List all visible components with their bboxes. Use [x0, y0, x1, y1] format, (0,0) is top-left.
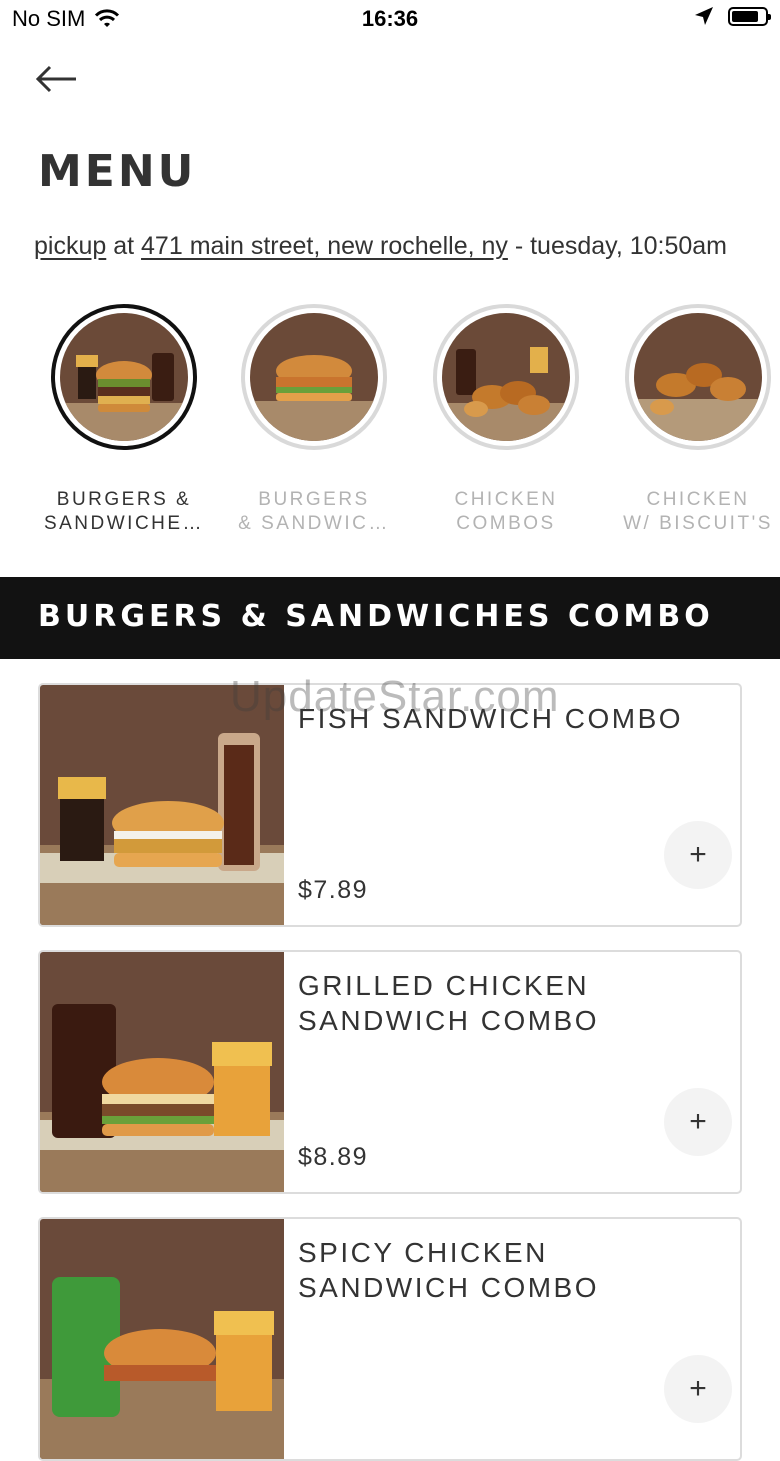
store-address-link[interactable]: 471 main street, new rochelle, ny — [141, 232, 508, 260]
category-label: BURGERS & SANDWICHE… — [43, 489, 205, 534]
category-chicken-biscuits[interactable]: CHICKEN W/ BISCUIT'S — [602, 300, 780, 536]
category-image-ring — [51, 304, 197, 450]
add-to-cart-button[interactable]: + — [664, 821, 732, 889]
menu-item-card[interactable]: SPICY CHICKEN SANDWICH COMBO + — [38, 1217, 742, 1461]
category-carousel[interactable]: BURGERS & SANDWICHE… BURGERS & SANDWIC… — [0, 300, 780, 550]
watermark: UpdateStar.com — [230, 672, 560, 721]
section-title: BURGERS & SANDWICHES COMBO — [38, 599, 714, 634]
page-title: MENU — [38, 146, 197, 197]
menu-item-name: SPICY CHICKEN SANDWICH COMBO — [298, 1237, 599, 1303]
add-to-cart-button[interactable]: + — [664, 1355, 732, 1423]
category-burgers-sandwiches[interactable]: BURGERS & SANDWICHE… — [28, 300, 220, 536]
pickup-time-text: - tuesday, 10:50am — [514, 232, 728, 260]
menu-item-card[interactable]: GRILLED CHICKEN SANDWICH COMBO $8.89 + — [38, 950, 742, 1194]
menu-item-name: GRILLED CHICKEN SANDWICH COMBO — [298, 970, 599, 1036]
burger-combo-image — [60, 313, 188, 441]
category-image-ring — [241, 304, 387, 450]
category-label: BURGERS & SANDWIC… — [238, 489, 390, 534]
menu-item-price: $7.89 — [298, 876, 369, 904]
menu-item-price: $8.89 — [298, 1143, 369, 1171]
pickup-at-text: at — [113, 232, 135, 260]
category-label: CHICKEN COMBOS — [454, 489, 558, 534]
chicken-combo-image — [442, 313, 570, 441]
battery-icon — [728, 6, 771, 26]
section-banner: BURGERS & SANDWICHES COMBO — [0, 577, 780, 659]
add-to-cart-button[interactable]: + — [664, 1088, 732, 1156]
location-arrow-icon — [695, 7, 713, 25]
chicken-sandwich-image — [250, 313, 378, 441]
status-bar: No SIM 16:36 — [0, 0, 780, 40]
status-right — [694, 6, 771, 26]
back-button[interactable] — [34, 62, 80, 96]
category-image-ring — [433, 304, 579, 450]
grilled-chicken-sandwich-combo-image — [40, 952, 284, 1192]
category-burgers-sandwiches-2[interactable]: BURGERS & SANDWIC… — [218, 300, 410, 536]
pickup-info: pickup at 471 main street, new rochelle,… — [34, 232, 727, 261]
spicy-chicken-sandwich-combo-image — [40, 1219, 284, 1459]
category-image-ring — [625, 304, 771, 450]
order-mode-link[interactable]: pickup — [34, 232, 106, 260]
arrow-left-icon — [35, 65, 76, 93]
chicken-biscuit-image — [634, 313, 762, 441]
category-label: CHICKEN W/ BISCUIT'S — [623, 489, 773, 534]
category-chicken-combos[interactable]: CHICKEN COMBOS — [410, 300, 602, 536]
clock: 16:36 — [361, 6, 419, 31]
